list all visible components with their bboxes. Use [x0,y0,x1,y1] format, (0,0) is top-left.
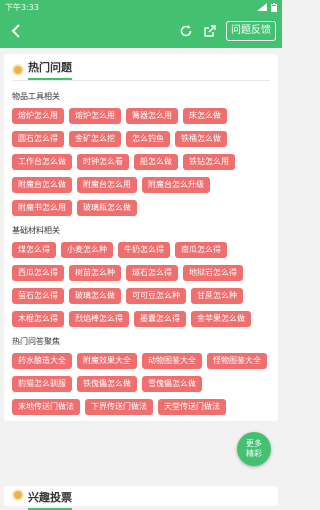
hot-questions-card: 热门问题 物品工具相关 熔炉怎么用 熔炉怎么用 篝器怎么用 床怎么做 圆石怎么得… [4,54,278,421]
tag-button[interactable]: 萤石怎么得 [12,288,64,304]
section-dot-icon [12,489,24,501]
tag-button[interactable]: 煤怎么得 [12,242,56,258]
tag-button[interactable]: 南瓜怎么得 [175,242,227,258]
tag-button[interactable]: 药水酿造大全 [12,353,72,369]
tag-button[interactable]: 豹猫怎么驯服 [12,376,72,392]
tag-button[interactable]: 动物图鉴大全 [142,353,202,369]
tag-button[interactable]: 可可豆怎么种 [126,288,186,304]
tag-button[interactable]: 熔炉怎么用 [69,108,121,124]
tag-button[interactable]: 船怎么做 [134,154,178,170]
status-icons [257,2,277,12]
tag-button[interactable]: 附魔书怎么用 [12,200,72,216]
tag-button[interactable]: 工作台怎么做 [12,154,72,170]
tag-button[interactable]: 地狱岩怎么得 [183,265,243,281]
section-title: 热门问题 [28,59,72,80]
status-bar: 下午3:33 [0,0,282,14]
group-title-items: 物品工具相关 [12,92,60,101]
tag-button[interactable]: 雪傀儡怎么做 [142,376,202,392]
section-header: 热门问题 [4,54,278,80]
tag-button[interactable]: 下界传送门做法 [85,399,153,415]
tag-button[interactable]: 燧石怎么得 [126,265,178,281]
more-highlights-line1: 更多 [246,439,262,448]
tag-button[interactable]: 末地传送门做法 [12,399,80,415]
tag-button[interactable]: 甘蔗怎么种 [191,288,243,304]
tag-button[interactable]: 圆石怎么得 [12,131,64,147]
more-highlights-line2: 精彩 [246,449,262,458]
tag-button[interactable]: 天堂传送门做法 [158,399,226,415]
tag-button[interactable]: 墨囊怎么得 [134,311,186,327]
tag-button[interactable]: 玻璃怎么做 [69,288,121,304]
tag-group-items: 熔炉怎么用 熔炉怎么用 篝器怎么用 床怎么做 圆石怎么得 金矿怎么挖 怎么钓鱼 … [4,108,278,216]
share-button[interactable] [200,21,220,41]
tag-button[interactable]: 附魔台怎么做 [12,177,72,193]
more-highlights-button[interactable]: 更多 精彩 [237,432,271,466]
refresh-button[interactable] [176,21,196,41]
vote-card: 兴趣投票 [4,486,278,510]
tag-button[interactable]: 附魔台怎么升级 [142,177,210,193]
divider [12,80,270,81]
battery-icon [271,2,277,12]
app-bar: 问题反馈 [0,14,282,48]
tag-button[interactable]: 金苹果怎么做 [191,311,251,327]
tag-button[interactable]: 西瓜怎么得 [12,265,64,281]
tag-button[interactable]: 牛奶怎么得 [118,242,170,258]
refresh-icon [180,25,192,37]
back-button[interactable] [6,21,26,41]
tag-button[interactable]: 铁桶怎么做 [175,131,227,147]
status-time: 下午3:33 [5,2,39,12]
tag-group-focus: 药水酿造大全 附魔效果大全 动物图鉴大全 怪物图鉴大全 豹猫怎么驯服 铁傀儡怎么… [4,353,278,415]
tag-group-materials: 煤怎么得 小麦怎么种 牛奶怎么得 南瓜怎么得 西瓜怎么得 树苗怎么种 燧石怎么得… [4,242,278,327]
tag-button[interactable]: 附魔效果大全 [77,353,137,369]
tag-button[interactable]: 怎么钓鱼 [126,131,170,147]
tag-button[interactable]: 铁钻怎么用 [183,154,235,170]
tag-button[interactable]: 附魔台怎么用 [77,177,137,193]
tag-button[interactable]: 熔炉怎么用 [12,108,64,124]
feedback-button[interactable]: 问题反馈 [226,21,276,41]
group-title-focus: 热门问答聚焦 [12,337,60,346]
back-arrow-icon [11,24,20,38]
tag-button[interactable]: 床怎么做 [183,108,227,124]
tag-button[interactable]: 树苗怎么种 [69,265,121,281]
tag-button[interactable]: 时钟怎么看 [77,154,129,170]
tag-button[interactable]: 金矿怎么挖 [69,131,121,147]
tag-button[interactable]: 怪物图鉴大全 [207,353,267,369]
tag-button[interactable]: 铁傀儡怎么做 [77,376,137,392]
group-title-materials: 基础材料相关 [12,226,60,235]
section-dot-icon [12,63,24,76]
tag-button[interactable]: 小麦怎么种 [61,242,113,258]
tag-button[interactable]: 篝器怎么用 [126,108,178,124]
signal-icon [257,3,267,11]
share-icon [204,25,216,37]
tag-button[interactable]: 木棍怎么得 [12,311,64,327]
tag-button[interactable]: 玻璃瓶怎么做 [77,200,137,216]
tag-button[interactable]: 烈焰棒怎么得 [69,311,129,327]
